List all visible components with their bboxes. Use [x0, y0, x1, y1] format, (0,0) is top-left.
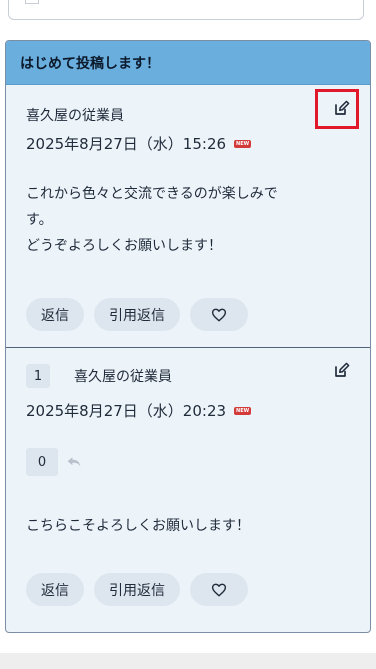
post-author: 喜久屋の従業員 [26, 108, 124, 124]
reply-arrow-icon[interactable] [66, 455, 82, 469]
post-date-text: 2025年8月27日（水）15:26 [26, 135, 227, 153]
post-header: 1 喜久屋の従業員 [26, 364, 172, 388]
post-actions: 返信 引用返信 [26, 573, 248, 606]
post-actions: 返信 引用返信 [26, 298, 248, 331]
quote-reply-button[interactable]: 引用返信 [94, 298, 180, 331]
post-body: こちらこそよろしくお願いします！ [26, 513, 250, 539]
top-input-field[interactable] [8, 0, 364, 20]
post-date-text: 2025年8月27日（水）20:23 [26, 402, 227, 420]
post-date: 2025年8月27日（水）20:23 NEW [26, 400, 252, 421]
reply-count-badge: 0 [26, 448, 58, 476]
edit-highlight-box [315, 89, 359, 129]
thread-title: はじめて投稿します！ [6, 41, 370, 85]
heart-icon [211, 308, 227, 321]
post-body-line: これから色々と交流できるのが楽しみで [26, 186, 278, 202]
reply-count-row: 0 [26, 448, 82, 476]
reply-button[interactable]: 返信 [26, 298, 84, 331]
post-body: これから色々と交流できるのが楽しみで す。 どうぞよろしくお願いします！ [26, 181, 278, 259]
reply-button[interactable]: 返信 [26, 573, 84, 606]
post-body-line: す。 [26, 212, 53, 228]
post-date: 2025年8月27日（水）15:26 NEW [26, 133, 252, 154]
post-item: 1 喜久屋の従業員 2025年8月27日（水）20:23 NEW 0 こちらこそ… [6, 348, 370, 632]
post-number-badge: 1 [26, 364, 50, 388]
new-badge: NEW [234, 139, 252, 148]
like-button[interactable] [190, 298, 248, 331]
like-button[interactable] [190, 573, 248, 606]
edit-icon[interactable] [333, 361, 351, 379]
quote-reply-button[interactable]: 引用返信 [94, 573, 180, 606]
heart-icon [211, 583, 227, 596]
post-body-line: どうぞよろしくお願いします！ [26, 238, 222, 254]
post-body-line: こちらこそよろしくお願いします！ [26, 518, 250, 534]
new-badge: NEW [234, 406, 252, 415]
input-corner-mark [25, 0, 39, 4]
post-author: 喜久屋の従業員 [74, 369, 172, 385]
bottom-bar [0, 653, 376, 669]
